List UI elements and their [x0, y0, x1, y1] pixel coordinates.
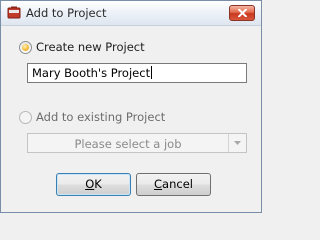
- add-existing-project-option[interactable]: Add to existing Project: [19, 109, 165, 125]
- close-button[interactable]: [229, 5, 255, 21]
- ok-label-rest: K: [94, 177, 102, 191]
- project-name-input[interactable]: Mary Booth's Project: [27, 63, 247, 83]
- job-select[interactable]: Please select a job: [27, 133, 247, 153]
- cancel-button[interactable]: Cancel: [136, 173, 211, 196]
- add-to-project-dialog: Add to Project Create new Project Mary B…: [0, 0, 262, 213]
- create-new-project-radio[interactable]: [19, 40, 32, 54]
- job-select-placeholder: Please select a job: [74, 137, 182, 151]
- project-name-value: Mary Booth's Project: [32, 66, 151, 80]
- add-existing-project-radio[interactable]: [19, 110, 32, 124]
- chevron-down-icon: [234, 141, 241, 145]
- ok-mnemonic: O: [85, 177, 95, 191]
- create-new-project-label: Create new Project: [36, 40, 145, 54]
- text-caret: [151, 66, 153, 79]
- project-folder-icon: [7, 6, 21, 19]
- add-existing-project-label: Add to existing Project: [36, 110, 166, 124]
- cancel-mnemonic: C: [154, 177, 163, 191]
- window-title: Add to Project: [26, 6, 107, 20]
- cancel-label-rest: ancel: [162, 177, 193, 191]
- dropdown-arrow-button[interactable]: [228, 134, 246, 152]
- close-icon: [238, 9, 247, 17]
- title-bar[interactable]: Add to Project: [1, 1, 261, 26]
- ok-button[interactable]: OK: [56, 173, 131, 196]
- create-new-project-option[interactable]: Create new Project: [19, 39, 145, 55]
